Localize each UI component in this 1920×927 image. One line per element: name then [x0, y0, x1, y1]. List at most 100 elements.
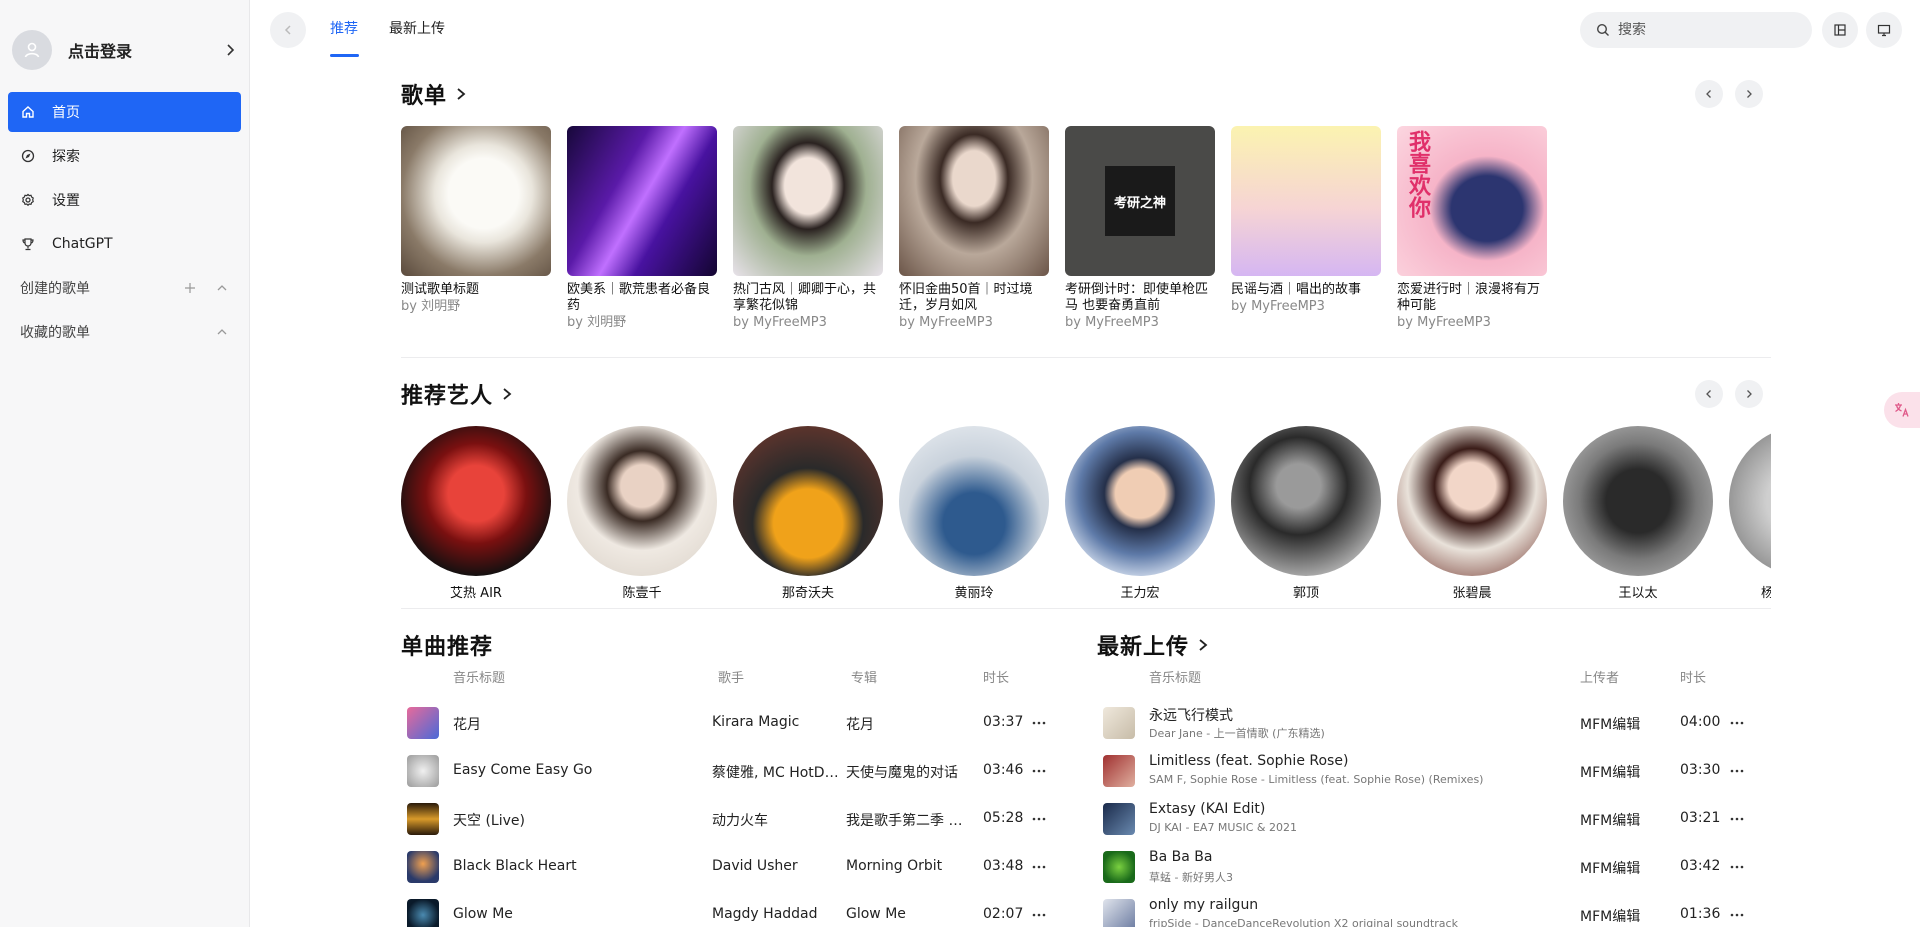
song-row[interactable]: 花月 Kirara Magic 花月 03:37 — [401, 699, 1071, 747]
section-header-playlists[interactable]: 歌单 — [401, 74, 1771, 114]
artist-card[interactable]: 杨 — [1729, 426, 1771, 601]
playlist-card[interactable]: 怀旧金曲50首｜时过境迁，岁月如风 by MyFreeMP3 — [899, 126, 1049, 331]
song-thumb — [407, 851, 439, 883]
playlist-card[interactable]: 热门古风｜卿卿于心，共享繁花似锦 by MyFreeMP3 — [733, 126, 883, 331]
playlist-title: 怀旧金曲50首｜时过境迁，岁月如风 — [899, 282, 1033, 313]
layout-icon — [1834, 24, 1846, 36]
more-icon[interactable] — [1727, 761, 1747, 781]
sidebar-item-settings[interactable]: 设置 — [8, 180, 241, 220]
tab-recommend[interactable]: 推荐 — [330, 18, 358, 38]
song-duration: 05:28 — [983, 810, 1024, 826]
song-title: Limitless (feat. Sophie Rose) — [1149, 753, 1349, 769]
song-row[interactable]: Glow Me Magdy Haddad Glow Me 02:07 — [401, 891, 1071, 927]
song-duration: 03:37 — [983, 714, 1024, 730]
more-icon[interactable] — [1029, 713, 1049, 733]
playlist-author: by MyFreeMP3 — [1065, 315, 1159, 330]
song-uploader: MFM编辑 — [1580, 717, 1641, 733]
song-thumb — [1103, 899, 1135, 927]
song-row[interactable]: 天空 (Live) 动力火车 我是歌手第二季 第11期 05:28 — [401, 795, 1071, 843]
artist-card[interactable]: 王力宏 — [1065, 426, 1215, 601]
sidebar-item-home[interactable]: 首页 — [8, 92, 241, 132]
search-input[interactable] — [1618, 22, 1788, 38]
upload-row[interactable]: Extasy (KAI Edit) DJ KAI - EA7 MUSIC & 2… — [1097, 795, 1771, 843]
chevron-left-icon — [284, 25, 291, 35]
collected-playlists-section[interactable]: 收藏的歌单 — [0, 312, 249, 352]
more-icon[interactable] — [1029, 761, 1049, 781]
back-button[interactable] — [270, 12, 306, 48]
sidebar-item-explore[interactable]: 探索 — [8, 136, 241, 176]
more-icon[interactable] — [1029, 857, 1049, 877]
upload-row[interactable]: Limitless (feat. Sophie Rose) SAM F, Sop… — [1097, 747, 1771, 795]
chevron-up-icon[interactable] — [215, 325, 229, 339]
more-icon[interactable] — [1727, 857, 1747, 877]
next-button[interactable] — [1735, 80, 1763, 108]
translate-float-button[interactable] — [1884, 392, 1920, 428]
playlist-card[interactable]: 民谣与酒｜唱出的故事 by MyFreeMP3 — [1231, 126, 1381, 331]
artist-name: 艾热 AIR — [450, 586, 502, 601]
sidebar-item-chatgpt[interactable]: ChatGPT — [8, 224, 241, 264]
artist-card[interactable]: 张碧晨 — [1397, 426, 1547, 601]
created-playlists-section[interactable]: 创建的歌单 — [0, 268, 249, 308]
playlist-cover — [899, 126, 1049, 276]
playlist-cover — [1231, 126, 1381, 276]
chevron-up-icon[interactable] — [215, 281, 229, 295]
avatar — [12, 30, 52, 70]
tab-latest-upload[interactable]: 最新上传 — [389, 18, 445, 38]
divider — [401, 357, 1771, 358]
playlist-card[interactable]: 我喜欢你 恋爱进行时｜浪漫将有万种可能 by MyFreeMP3 — [1397, 126, 1547, 331]
artist-card[interactable]: 郭顶 — [1231, 426, 1381, 601]
display-button[interactable] — [1866, 12, 1902, 48]
section-header-latest[interactable]: 最新上传 — [1097, 625, 1209, 665]
song-album: 花月 — [846, 717, 874, 733]
song-uploader: MFM编辑 — [1580, 909, 1641, 925]
song-row[interactable]: Black Black Heart David Usher Morning Or… — [401, 843, 1071, 891]
playlist-title: 考研倒计时：即使单枪匹马 也要奋勇直前 — [1065, 282, 1209, 313]
section-header-artists[interactable]: 推荐艺人 — [401, 374, 1771, 414]
songs-area: 单曲推荐 音乐标题 歌手 专辑 时长 花月 Kirara Magic 花月 03… — [401, 609, 1771, 927]
more-icon[interactable] — [1029, 905, 1049, 925]
prev-button[interactable] — [1695, 380, 1723, 408]
upload-row[interactable]: only my railgun fripSide - DanceDanceRev… — [1097, 891, 1771, 927]
artist-card[interactable]: 艾热 AIR — [401, 426, 551, 601]
song-artist: 蔡健雅, MC HotDog — [712, 765, 840, 781]
playlist-card[interactable]: 欧美系｜歌荒患者必备良药 by 刘明野 — [567, 126, 717, 331]
artist-photo — [899, 426, 1049, 576]
playlist-cover: 我喜欢你 — [1397, 126, 1547, 276]
layout-toggle-button[interactable] — [1822, 12, 1858, 48]
song-row[interactable]: Easy Come Easy Go 蔡健雅, MC HotDog 天使与魔鬼的对… — [401, 747, 1071, 795]
artist-name: 王以太 — [1618, 586, 1658, 601]
artist-section: 推荐艺人 艾热 AIR 陈壹千 那奇沃夫 黄丽玲 王力宏 郭顶 张碧晨 王以太 … — [401, 374, 1771, 608]
playlist-card[interactable]: 考研之神 考研倒计时：即使单枪匹马 也要奋勇直前 by MyFreeMP3 — [1065, 126, 1215, 331]
login-entry[interactable]: 点击登录 — [12, 24, 237, 76]
table-header: 音乐标题 上传者 时长 — [1097, 667, 1771, 687]
artist-card[interactable]: 王以太 — [1563, 426, 1713, 601]
upload-row[interactable]: 永远飞行模式 Dear Jane - 上一首情歌 (广东精选) MFM编辑 04… — [1097, 699, 1771, 747]
search-box[interactable] — [1580, 12, 1812, 48]
next-button[interactable] — [1735, 380, 1763, 408]
song-uploader: MFM编辑 — [1580, 765, 1641, 781]
upload-row[interactable]: Ba Ba Ba 草蜢 - 新好男人3 MFM编辑 03:42 — [1097, 843, 1771, 891]
artist-card[interactable]: 陈壹千 — [567, 426, 717, 601]
section-title: 单曲推荐 — [401, 635, 494, 660]
artist-card[interactable]: 黄丽玲 — [899, 426, 1049, 601]
more-icon[interactable] — [1029, 809, 1049, 829]
artist-photo — [1563, 426, 1713, 576]
more-icon[interactable] — [1727, 713, 1747, 733]
playlist-cover — [401, 126, 551, 276]
home-content: 歌单 测试歌单标题 by 刘明野 欧美系｜歌荒患者必备良药 by 刘明野 热门古… — [401, 58, 1771, 927]
more-icon[interactable] — [1727, 809, 1747, 829]
chevron-right-icon — [457, 88, 466, 100]
latest-upload-section: 最新上传 音乐标题 上传者 时长 永远飞行模式 Dear Jane - 上一首情… — [1097, 609, 1771, 927]
prev-button[interactable] — [1695, 80, 1723, 108]
more-icon[interactable] — [1727, 905, 1747, 925]
plus-icon[interactable] — [183, 281, 197, 295]
song-album: 天使与魔鬼的对话 — [846, 765, 958, 781]
song-thumb — [407, 755, 439, 787]
playlist-title: 测试歌单标题 — [401, 282, 480, 297]
chevron-right-icon — [503, 388, 512, 400]
artist-card[interactable]: 那奇沃夫 — [733, 426, 883, 601]
playlist-cover — [733, 126, 883, 276]
song-duration: 03:42 — [1680, 858, 1721, 874]
song-thumb — [407, 707, 439, 739]
playlist-card[interactable]: 测试歌单标题 by 刘明野 — [401, 126, 551, 331]
